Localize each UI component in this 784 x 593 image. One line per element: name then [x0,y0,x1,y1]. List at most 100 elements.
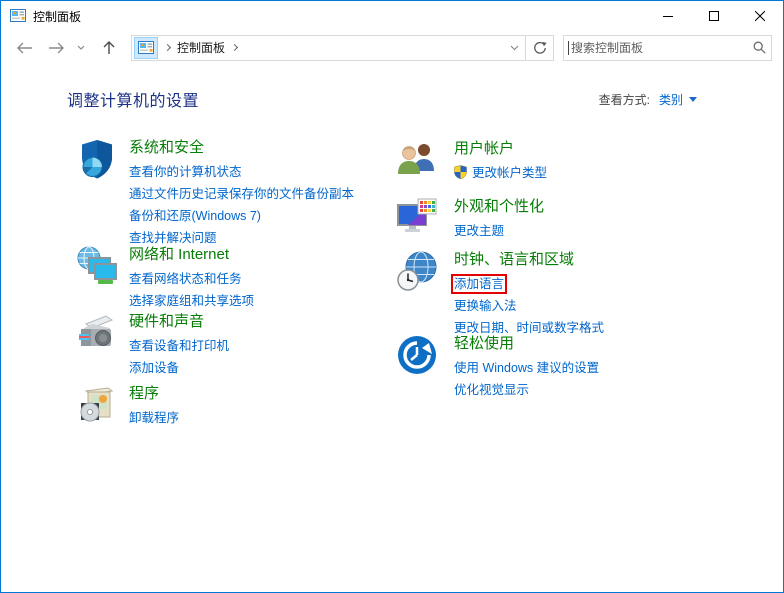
navigation-toolbar: 控制面板 [1,31,783,64]
task-row: 添加设备 [129,357,229,379]
uac-shield-icon [454,165,467,179]
up-button[interactable] [95,34,123,62]
back-icon [16,42,32,53]
task-row: 备份和还原(Windows 7) [129,205,354,227]
chevron-down-icon [510,45,518,50]
task-list-user-accounts: 更改帐户类型 [454,162,547,184]
task-link[interactable]: 查看网络状态和任务 [129,272,242,286]
network-internet-icon[interactable] [76,245,118,287]
address-bar[interactable]: 控制面板 [131,34,526,61]
task-link[interactable]: 更改帐户类型 [454,165,547,180]
task-link[interactable]: 卸载程序 [129,411,179,425]
breadcrumb-location-icon[interactable] [134,36,158,59]
category-clock-language-region: 时钟、语言和区域 添加语言更换输入法更改日期、时间或数字格式 [396,250,604,339]
category-title-user-accounts[interactable]: 用户帐户 [454,139,514,159]
appearance-personalization-icon[interactable] [396,197,438,239]
hardware-sound-icon[interactable] [76,312,118,354]
view-by-label: 查看方式: [598,93,650,107]
task-list-network-internet: 查看网络状态和任务 选择家庭组和共享选项 [129,268,254,312]
refresh-icon [533,41,547,54]
recent-pages-button[interactable] [73,34,89,62]
task-row: 通过文件历史记录保存你的文件备份副本 [129,183,354,205]
ease-of-access-icon[interactable] [396,334,438,376]
task-link[interactable]: 添加语言 [450,274,508,294]
search-icon [753,41,766,54]
clock-language-region-icon[interactable] [396,250,438,292]
task-row: 查看网络状态和任务 [129,268,254,290]
task-link[interactable]: 使用 Windows 建议的设置 [454,361,599,375]
task-link[interactable]: 查看设备和打印机 [129,339,229,353]
window-controls [645,1,783,31]
task-list-hardware-sound: 查看设备和打印机 添加设备 [129,335,229,379]
task-row: 更换输入法 [454,295,604,317]
search-submit-button[interactable] [747,41,771,54]
control-panel-icon [10,8,26,24]
category-title-programs[interactable]: 程序 [129,384,159,404]
task-row: 更改主题 [454,220,544,242]
breadcrumb-chevron-icon[interactable] [230,43,239,52]
task-link[interactable]: 优化视觉显示 [454,383,529,397]
task-row: 查看你的计算机状态 [129,161,354,183]
close-button[interactable] [737,1,783,31]
maximize-button[interactable] [691,1,737,31]
task-row: 优化视觉显示 [454,379,599,401]
category-programs: 程序 卸载程序 [76,384,179,429]
task-list-appearance-personalization: 更改主题 [454,220,544,242]
category-user-accounts: 用户帐户 更改帐户类型 [396,139,547,184]
task-link[interactable]: 通过文件历史记录保存你的文件备份副本 [129,187,354,201]
up-icon [103,41,115,54]
page-title: 调整计算机的设置 [67,93,200,110]
forward-button[interactable] [41,34,71,62]
close-icon [755,11,765,21]
category-ease-of-access: 轻松使用 使用 Windows 建议的设置 优化视觉显示 [396,334,599,401]
task-link[interactable]: 添加设备 [129,361,179,375]
category-appearance-personalization: 外观和个性化 更改主题 [396,197,544,242]
back-button[interactable] [9,34,39,62]
category-title-ease-of-access[interactable]: 轻松使用 [454,334,514,354]
category-system-security: 系统和安全 查看你的计算机状态通过文件历史记录保存你的文件备份副本 备份和还原(W… [76,138,354,249]
category-network-internet: 网络和 Internet 查看网络状态和任务 选择家庭组和共享选项 [76,245,254,312]
task-link[interactable]: 查找并解决问题 [129,231,217,245]
title-bar: 控制面板 [1,1,783,31]
task-link[interactable]: 更换输入法 [454,299,517,313]
task-row: 查看设备和打印机 [129,335,229,357]
task-row: 选择家庭组和共享选项 [129,290,254,312]
task-row: 更改帐户类型 [454,162,547,184]
address-dropdown-button[interactable] [503,36,525,60]
task-list-system-security: 查看你的计算机状态通过文件历史记录保存你的文件备份副本 备份和还原(Windows… [129,161,354,249]
task-row: 添加语言 [450,273,604,295]
programs-icon[interactable] [76,384,118,426]
task-link[interactable]: 更改日期、时间或数字格式 [454,321,604,335]
category-title-system-security[interactable]: 系统和安全 [129,138,204,158]
category-title-clock-language-region[interactable]: 时钟、语言和区域 [454,250,574,270]
breadcrumb-control-panel[interactable]: 控制面板 [177,39,225,56]
minimize-icon [663,16,673,17]
maximize-icon [709,11,719,21]
forward-icon [48,42,64,53]
view-by-dropdown-icon[interactable] [689,97,697,102]
task-list-programs: 卸载程序 [129,407,179,429]
minimize-button[interactable] [645,1,691,31]
task-list-ease-of-access: 使用 Windows 建议的设置 优化视觉显示 [454,357,599,401]
system-security-icon[interactable] [76,138,118,180]
refresh-button[interactable] [526,34,554,61]
user-accounts-icon[interactable] [396,139,438,181]
task-row: 使用 Windows 建议的设置 [454,357,599,379]
task-link[interactable]: 更改主题 [454,224,504,238]
category-title-hardware-sound[interactable]: 硬件和声音 [129,312,204,332]
window-title: 控制面板 [33,9,82,24]
category-title-appearance-personalization[interactable]: 外观和个性化 [454,197,544,217]
task-link[interactable]: 选择家庭组和共享选项 [129,294,254,308]
category-hardware-sound: 硬件和声音 查看设备和打印机 添加设备 [76,312,229,379]
category-title-network-internet[interactable]: 网络和 Internet [129,245,229,265]
task-link[interactable]: 备份和还原(Windows 7) [129,209,261,223]
view-by-value-link[interactable]: 类别 [659,93,683,107]
view-by-control: 查看方式: 类别 [599,91,697,108]
search-box [563,34,772,61]
search-input[interactable] [569,40,747,55]
breadcrumb-chevron-icon[interactable] [163,43,172,52]
task-link[interactable]: 查看你的计算机状态 [129,165,242,179]
control-panel-window: 控制面板 控制面板 搜索控制面板 调整计算机的设置 查看方式: 类别 系统和安全… [0,0,784,593]
history-chevron-icon [77,45,85,50]
task-list-clock-language-region: 添加语言更换输入法更改日期、时间或数字格式 [450,273,604,339]
